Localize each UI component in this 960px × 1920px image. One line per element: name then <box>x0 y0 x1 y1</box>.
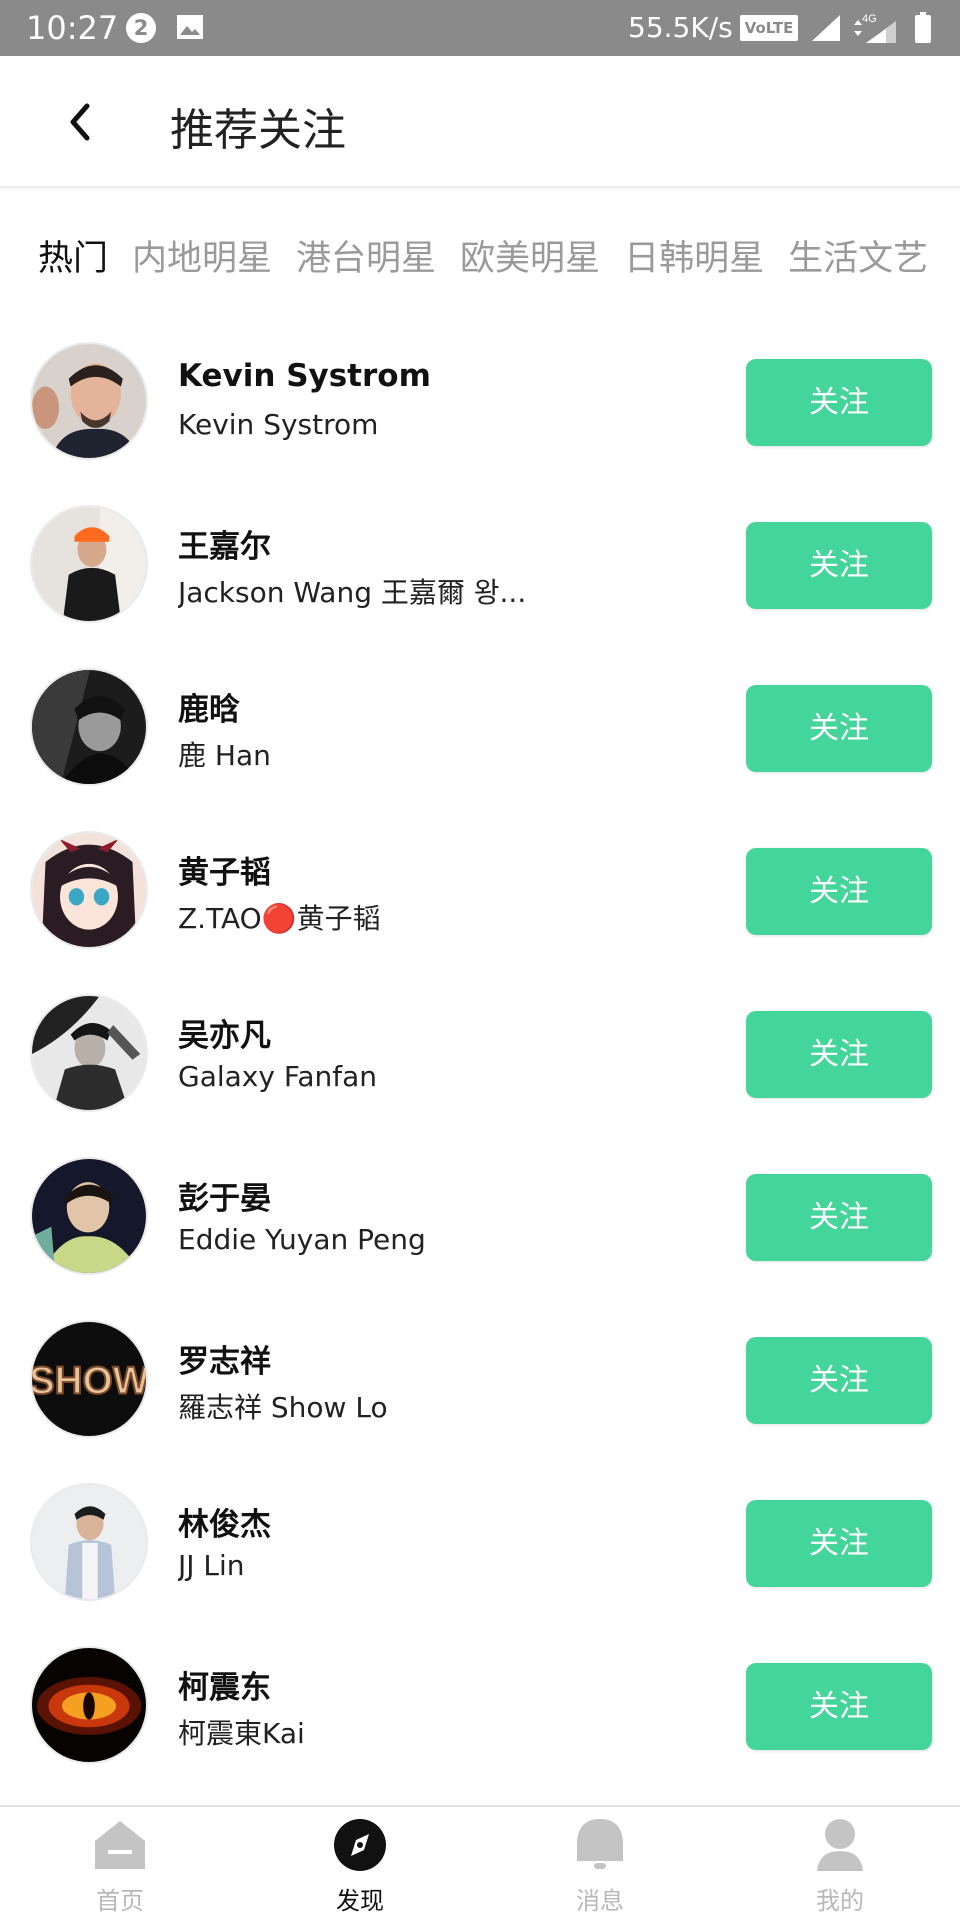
nav-item-home[interactable]: 首页 <box>0 1807 240 1920</box>
back-button[interactable] <box>56 94 104 150</box>
user-subtitle: Jackson Wang 王嘉爾 왕... <box>178 576 527 609</box>
user-subtitle: 羅志祥 Show Lo <box>178 1391 388 1424</box>
user-subtitle: JJ Lin <box>178 1549 245 1582</box>
signal-strength-icon <box>810 13 842 43</box>
user-subtitle: 柯震東Kai <box>178 1717 305 1750</box>
user-subtitle: Z.TAO🔴黄子韬 <box>178 902 381 935</box>
image-notification-icon <box>176 14 204 40</box>
list-item[interactable]: 黄子韬 Z.TAO🔴黄子韬 关注 <box>0 819 960 982</box>
bell-icon <box>573 1817 627 1873</box>
user-name: 吴亦凡 <box>178 1018 271 1054</box>
nav-label: 首页 <box>96 1887 144 1915</box>
tab-mainland-stars[interactable]: 内地明星 <box>132 230 272 284</box>
list-item[interactable]: 林俊杰 JJ Lin 关注 <box>0 1471 960 1634</box>
user-subtitle: Kevin Systrom <box>178 408 379 441</box>
person-icon <box>813 1817 867 1873</box>
tab-western-stars[interactable]: 欧美明星 <box>460 230 600 284</box>
tab-jp-kr-stars[interactable]: 日韩明星 <box>624 230 764 284</box>
follow-button[interactable]: 关注 <box>746 1337 932 1424</box>
recommended-users-list: Kevin Systrom Kevin Systrom 关注 王嘉尔 Jacks… <box>0 330 960 1797</box>
user-name: 罗志祥 <box>178 1344 271 1380</box>
follow-button[interactable]: 关注 <box>746 359 932 446</box>
volte-badge: VoLTE <box>740 15 798 41</box>
user-subtitle: Eddie Yuyan Peng <box>178 1223 426 1256</box>
list-item[interactable]: 鹿晗 鹿 Han 关注 <box>0 656 960 819</box>
avatar[interactable] <box>30 1483 148 1601</box>
compass-icon <box>333 1817 387 1873</box>
nav-item-messages[interactable]: 消息 <box>480 1807 720 1920</box>
user-name: 鹿晗 <box>178 692 240 728</box>
follow-button[interactable]: 关注 <box>746 1500 932 1587</box>
follow-button[interactable]: 关注 <box>746 522 932 609</box>
mobile-data-4g-icon: 4G <box>852 11 898 45</box>
follow-button[interactable]: 关注 <box>746 848 932 935</box>
chevron-left-icon <box>70 103 90 141</box>
user-name: Kevin Systrom <box>178 358 431 394</box>
user-name: 黄子韬 <box>178 855 271 891</box>
avatar[interactable] <box>30 1157 148 1275</box>
notification-count-badge: 2 <box>126 13 156 43</box>
avatar[interactable] <box>30 831 148 949</box>
user-subtitle: Galaxy Fanfan <box>178 1060 378 1093</box>
nav-label: 发现 <box>336 1887 384 1915</box>
list-item[interactable]: 王嘉尔 Jackson Wang 王嘉爾 왕... 关注 <box>0 493 960 656</box>
avatar[interactable] <box>30 668 148 786</box>
header: 推荐关注 <box>0 56 960 188</box>
nav-item-me[interactable]: 我的 <box>720 1807 960 1920</box>
tab-lifestyle-arts[interactable]: 生活文艺 <box>788 230 928 284</box>
category-tabs: 热门 内地明星 港台明星 欧美明星 日韩明星 生活文艺 <box>38 230 952 284</box>
follow-button[interactable]: 关注 <box>746 1011 932 1098</box>
list-item[interactable]: 吴亦凡 Galaxy Fanfan 关注 <box>0 982 960 1145</box>
avatar-show-lettering: SHOW <box>32 1359 146 1402</box>
follow-button[interactable]: 关注 <box>746 1663 932 1750</box>
tab-hk-tw-stars[interactable]: 港台明星 <box>296 230 436 284</box>
avatar[interactable] <box>30 1646 148 1764</box>
follow-button[interactable]: 关注 <box>746 1174 932 1261</box>
page-title: 推荐关注 <box>170 105 346 156</box>
home-icon <box>93 1817 147 1873</box>
nav-label: 我的 <box>816 1887 864 1915</box>
user-name: 王嘉尔 <box>178 529 271 565</box>
avatar[interactable] <box>30 505 148 623</box>
follow-button[interactable]: 关注 <box>746 685 932 772</box>
user-subtitle: 鹿 Han <box>178 739 271 772</box>
tab-hot[interactable]: 热门 <box>38 230 108 284</box>
status-bar: 10:27 2 55.5K/s VoLTE 4G <box>0 0 960 56</box>
nav-item-discover[interactable]: 发现 <box>240 1807 480 1920</box>
avatar[interactable] <box>30 994 148 1112</box>
avatar[interactable]: SHOW <box>30 1320 148 1438</box>
list-item[interactable]: Kevin Systrom Kevin Systrom 关注 <box>0 330 960 493</box>
network-speed: 55.5K/s <box>628 11 733 44</box>
avatar[interactable] <box>30 342 148 460</box>
bottom-nav: 首页 发现 消息 我的 <box>0 1805 960 1920</box>
battery-icon <box>914 12 932 44</box>
list-item[interactable]: 彭于晏 Eddie Yuyan Peng 关注 <box>0 1145 960 1308</box>
user-name: 林俊杰 <box>178 1507 271 1543</box>
svg-text:4G: 4G <box>862 13 877 25</box>
list-item[interactable]: 柯震东 柯震東Kai 关注 <box>0 1634 960 1797</box>
user-name: 柯震东 <box>178 1670 271 1706</box>
nav-label: 消息 <box>576 1887 624 1915</box>
user-name: 彭于晏 <box>178 1181 271 1217</box>
list-item[interactable]: SHOW 罗志祥 羅志祥 Show Lo 关注 <box>0 1308 960 1471</box>
status-time: 10:27 <box>26 9 119 47</box>
